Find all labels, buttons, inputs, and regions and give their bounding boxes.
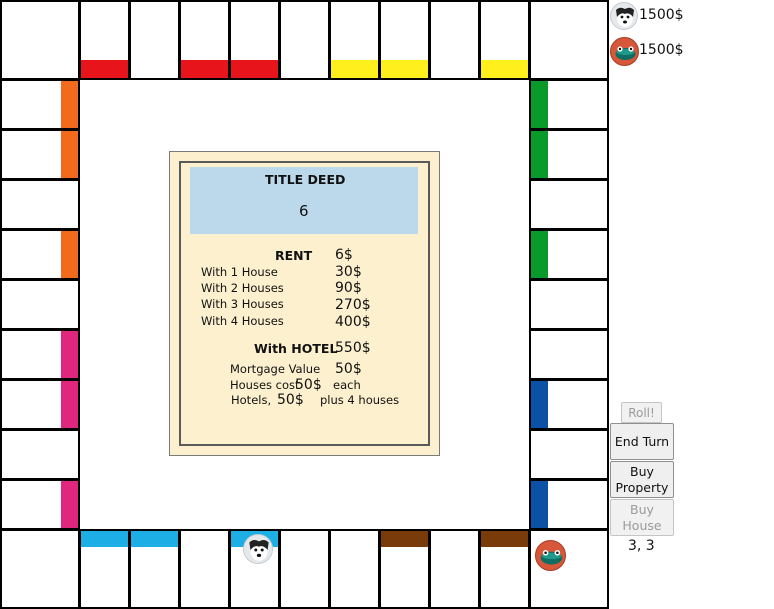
color-stripe: [81, 60, 128, 78]
color-stripe: [61, 381, 78, 428]
dice-result: 3, 3: [628, 538, 655, 554]
board-square: [529, 279, 609, 330]
frog-token-on-board-icon: [535, 540, 566, 571]
board-square: [329, 529, 380, 609]
color-stripe: [61, 481, 78, 528]
color-stripe: [331, 60, 378, 78]
board-square: [0, 279, 80, 330]
hotels-suffix: plus 4 houses: [320, 393, 400, 407]
board-corner: [529, 0, 609, 80]
frog-token-icon: [610, 37, 639, 66]
buy-house-button[interactable]: Buy House: [610, 499, 674, 536]
mortgage-value: 50$: [335, 361, 362, 377]
title-deed-heading: TITLE DEED: [265, 172, 346, 187]
board-corner: [0, 529, 80, 609]
roll-button[interactable]: Roll!: [621, 402, 662, 423]
houses-cost-value: 50$: [295, 377, 322, 393]
player-2-info: 1500$: [609, 35, 774, 69]
player-1-info: 1500$: [609, 0, 774, 34]
houses-cost-label: Houses cost: [230, 378, 300, 392]
color-stripe: [481, 531, 528, 547]
color-stripe: [381, 531, 428, 547]
color-stripe: [481, 60, 528, 78]
color-stripe: [381, 60, 428, 78]
color-stripe: [61, 131, 78, 178]
color-stripe: [181, 60, 228, 78]
hotel-value: 550$: [335, 340, 371, 356]
house-2-label: With 2 Houses: [201, 281, 284, 295]
house-3-value: 270$: [335, 297, 371, 313]
board-square: [529, 329, 609, 380]
board-square: [429, 0, 480, 80]
dog-token-icon: [610, 2, 638, 30]
house-1-label: With 1 House: [201, 265, 278, 279]
hotels-value: 50$: [277, 392, 304, 408]
color-stripe: [531, 481, 548, 528]
color-stripe: [81, 531, 128, 547]
color-stripe: [531, 381, 548, 428]
color-stripe: [61, 231, 78, 278]
board-corner: [529, 529, 609, 609]
board-square: [129, 0, 180, 80]
color-stripe: [61, 331, 78, 378]
color-stripe: [531, 131, 548, 178]
board-square: [529, 179, 609, 230]
house-3-label: With 3 Houses: [201, 297, 284, 311]
rent-value: 6$: [335, 247, 353, 263]
property-name: 6: [299, 202, 309, 220]
board-square: [279, 0, 330, 80]
house-1-value: 30$: [335, 264, 362, 280]
board-square: [0, 179, 80, 230]
house-4-label: With 4 Houses: [201, 314, 284, 328]
color-stripe: [61, 81, 78, 128]
color-stripe: [131, 531, 178, 547]
board-square: [279, 529, 330, 609]
buy-property-button[interactable]: Buy Property: [610, 461, 674, 498]
title-deed-card: TITLE DEED 6 RENT 6$ With 1 House 30$ Wi…: [169, 151, 440, 456]
color-stripe: [231, 60, 278, 78]
hotels-label: Hotels,: [231, 393, 272, 407]
board-square: [429, 529, 480, 609]
dog-token-on-board-icon: [243, 534, 273, 564]
hotel-label: With HOTEL: [254, 341, 338, 356]
board-square: [0, 429, 80, 480]
board-square: [179, 529, 230, 609]
color-stripe: [531, 231, 548, 278]
house-2-value: 90$: [335, 280, 362, 296]
player-1-money: 1500$: [639, 7, 684, 23]
rent-label: RENT: [275, 248, 313, 263]
board-corner: [0, 0, 80, 80]
color-stripe: [531, 81, 548, 128]
mortgage-label: Mortgage Value: [230, 362, 321, 376]
end-turn-button[interactable]: End Turn: [610, 423, 674, 460]
board-square: [529, 429, 609, 480]
house-4-value: 400$: [335, 314, 371, 330]
player-2-money: 1500$: [639, 42, 684, 58]
houses-cost-suffix: each: [333, 378, 361, 392]
